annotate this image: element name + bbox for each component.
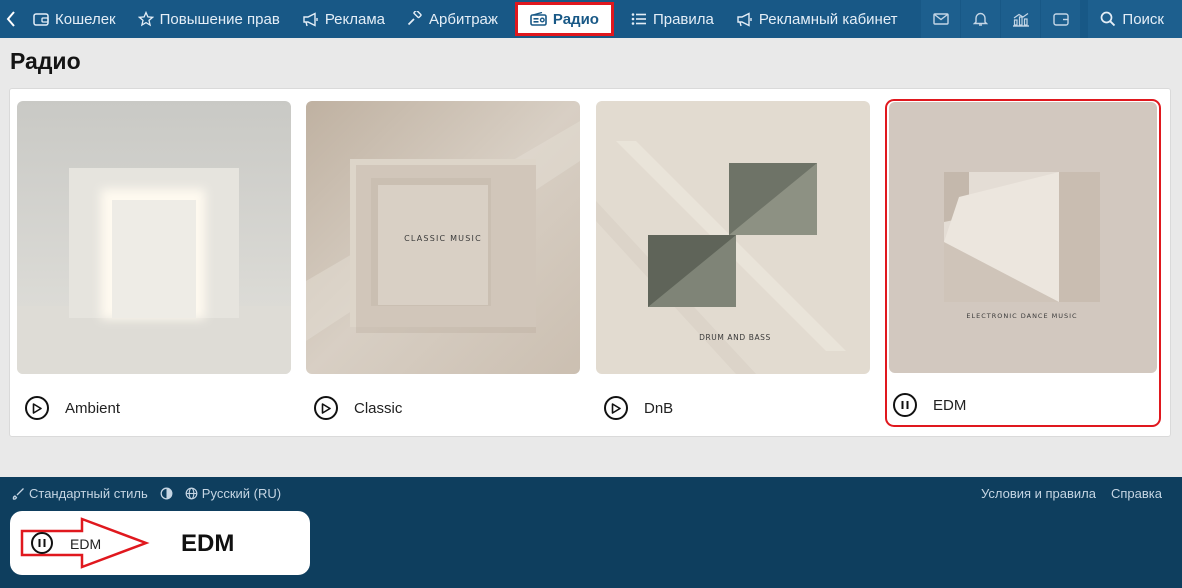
style-label: Стандартный стиль — [29, 486, 148, 501]
megaphone-icon — [737, 11, 752, 27]
pause-button[interactable] — [893, 393, 917, 417]
station-row: Ambient — [25, 396, 120, 420]
station-row: DnB — [604, 396, 673, 420]
station-name: DnB — [644, 399, 674, 417]
list-icon — [631, 13, 646, 25]
nav-item-label: Реклама — [324, 10, 385, 28]
nav-item-ads[interactable]: Реклама — [291, 0, 396, 38]
station-row: EDM — [893, 393, 966, 417]
player-station-name: EDM — [70, 536, 102, 552]
globe-icon — [185, 487, 198, 500]
station-name: Classic — [354, 399, 403, 417]
station-cover-edm[interactable]: ELECTRONIC DANCE MUSIC — [889, 102, 1157, 373]
station-cover-classic[interactable]: CLASSIC MUSIC — [306, 101, 580, 374]
nav-item-label: Рекламный кабинет — [758, 10, 898, 28]
radio-icon — [530, 12, 547, 26]
wallet-button[interactable] — [1040, 0, 1081, 38]
mail-icon — [933, 13, 949, 25]
footer-links: Условия и правила Справка — [981, 486, 1162, 501]
mini-player: EDM EDM — [10, 511, 310, 575]
nav-item-label: Кошелек — [55, 10, 116, 28]
play-icon — [321, 402, 331, 414]
pause-icon — [38, 539, 46, 547]
station-card-edm[interactable]: ELECTRONIC DANCE MUSIC EDM — [885, 99, 1161, 427]
cover-caption: ELECTRONIC DANCE MUSIC — [966, 312, 1077, 320]
search-icon — [1101, 11, 1116, 27]
search-label: Поиск — [1122, 10, 1164, 28]
player-annotation-label: EDM — [181, 530, 235, 557]
play-icon — [32, 402, 42, 414]
style-chooser[interactable]: Стандартный стиль — [12, 486, 148, 501]
play-button[interactable] — [25, 396, 49, 420]
nav-item-privileges[interactable]: Повышение прав — [127, 0, 291, 38]
page-title: Радио — [10, 48, 81, 74]
chart-icon — [1012, 12, 1029, 27]
station-card-ambient[interactable]: Ambient — [17, 101, 291, 426]
play-button[interactable] — [314, 396, 338, 420]
play-icon — [611, 402, 621, 414]
nav-item-ad-cabinet[interactable]: Рекламный кабинет — [725, 0, 909, 38]
wallet-icon — [33, 12, 49, 26]
language-label: Русский (RU) — [201, 486, 282, 501]
nav-item-label: Арбитраж — [429, 10, 498, 28]
stations-panel: Ambient CLASSIC MUSIC Classic DRUM AND B… — [9, 88, 1171, 437]
theme-toggle[interactable] — [160, 487, 173, 500]
station-card-dnb[interactable]: DRUM AND BASS DnB — [596, 101, 870, 426]
cover-caption: CLASSIC MUSIC — [404, 234, 482, 243]
nav-item-rules[interactable]: Правила — [620, 0, 725, 38]
language-chooser[interactable]: Русский (RU) — [185, 486, 281, 501]
search-button[interactable]: Поиск — [1088, 0, 1182, 38]
station-card-classic[interactable]: CLASSIC MUSIC Classic — [306, 101, 580, 426]
cover-caption: DRUM AND BASS — [699, 333, 771, 342]
nav-right-group: Поиск — [920, 0, 1182, 38]
contrast-icon — [160, 487, 173, 500]
pause-icon — [901, 401, 909, 409]
nav-item-label: Правила — [652, 10, 714, 28]
mail-button[interactable] — [920, 0, 961, 38]
footer-left: Стандартный стиль Русский (RU) — [12, 486, 281, 501]
megaphone-icon — [303, 11, 318, 27]
station-name: Ambient — [65, 399, 121, 417]
bell-icon — [973, 12, 989, 26]
brush-icon — [12, 488, 24, 500]
terms-link[interactable]: Условия и правила — [981, 486, 1096, 501]
play-button[interactable] — [604, 396, 628, 420]
station-row: Classic — [314, 396, 402, 420]
gavel-icon — [407, 11, 422, 26]
station-cover-ambient[interactable] — [17, 101, 291, 374]
notifications-button[interactable] — [960, 0, 1001, 38]
station-cover-dnb[interactable]: DRUM AND BASS — [596, 101, 870, 374]
help-link[interactable]: Справка — [1111, 486, 1162, 501]
nav-item-label: Повышение прав — [159, 10, 280, 28]
nav-item-arbitration[interactable]: Арбитраж — [396, 0, 509, 38]
wallet-icon — [1053, 13, 1069, 26]
stats-button[interactable] — [1000, 0, 1041, 38]
nav-item-label: Радио — [552, 10, 599, 28]
nav-item-radio[interactable]: Радио — [514, 2, 614, 36]
station-name: EDM — [933, 396, 967, 414]
star-icon — [137, 11, 154, 27]
nav-item-wallet[interactable]: Кошелек — [22, 0, 127, 38]
top-nav: Кошелек Повышение прав Реклама Арбитраж … — [0, 0, 1182, 38]
back-chevron-icon[interactable] — [0, 0, 22, 38]
player-pause-button[interactable] — [31, 532, 53, 554]
